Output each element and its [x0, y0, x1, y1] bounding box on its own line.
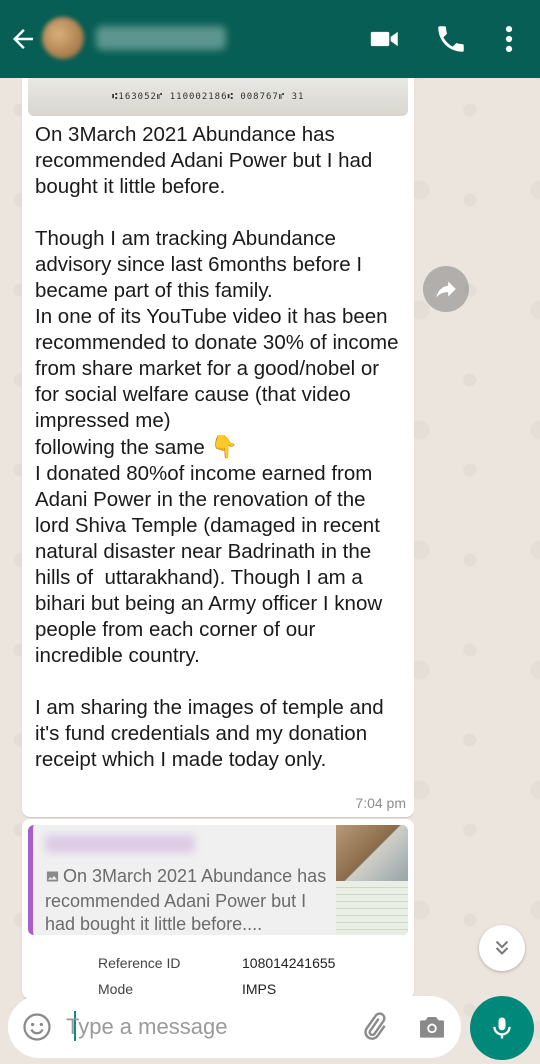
camera-icon[interactable] — [416, 1011, 448, 1043]
receipt-value: 108014241655 — [242, 955, 336, 971]
chat-header — [0, 0, 540, 78]
cheque-micr-code: ⑆163052⑈ 110002186⑆ 008767⑈ 31 — [112, 92, 305, 102]
emoji-icon[interactable] — [22, 1012, 52, 1042]
forward-icon[interactable] — [423, 266, 469, 312]
contact-name[interactable] — [96, 26, 226, 50]
microphone-icon[interactable] — [470, 996, 534, 1060]
avatar[interactable] — [42, 17, 84, 59]
receipt-value: IMPS — [242, 981, 277, 997]
quote-author — [45, 835, 195, 853]
message-time: 7:04 pm — [355, 795, 406, 811]
reply-message-bubble[interactable]: On 3March 2021 Abundance has recommended… — [22, 819, 414, 999]
more-vertical-icon[interactable] — [494, 22, 528, 56]
receipt-key: Mode — [98, 981, 134, 997]
quote-text: On 3March 2021 Abundance has recommended… — [45, 865, 330, 935]
phone-icon[interactable] — [434, 22, 468, 56]
receipt-thumbnail — [336, 881, 408, 935]
cheque-image[interactable]: ⑆163052⑈ 110002186⑆ 008767⑈ 31 — [28, 78, 408, 116]
paperclip-icon[interactable] — [358, 1011, 390, 1043]
message-paragraph-1: On 3March 2021 Abundance has recommended… — [35, 123, 379, 198]
quoted-message[interactable]: On 3March 2021 Abundance has recommended… — [28, 825, 408, 935]
message-bubble[interactable]: ⑆163052⑈ 110002186⑆ 008767⑈ 31 On 3March… — [22, 60, 414, 817]
video-camera-icon[interactable] — [368, 22, 402, 56]
message-paragraph-4: I am sharing the images of temple and it… — [35, 696, 390, 771]
message-text: On 3March 2021 Abundance has recommended… — [35, 122, 405, 773]
scroll-down-icon[interactable] — [479, 925, 525, 971]
message-input[interactable] — [66, 1008, 346, 1046]
quote-text-content: On 3March 2021 Abundance has recommended… — [45, 866, 327, 934]
arrow-left-icon[interactable] — [8, 24, 38, 54]
message-paragraph-2: Though I am tracking Abundance advisory … — [35, 227, 399, 459]
message-input-bar — [8, 996, 461, 1058]
pointing-down-emoji: 👇 — [210, 434, 238, 459]
message-paragraph-3: I donated 80%of income earned from Adani… — [35, 462, 388, 667]
image-icon — [45, 867, 60, 890]
receipt-key: Reference ID — [98, 955, 181, 971]
